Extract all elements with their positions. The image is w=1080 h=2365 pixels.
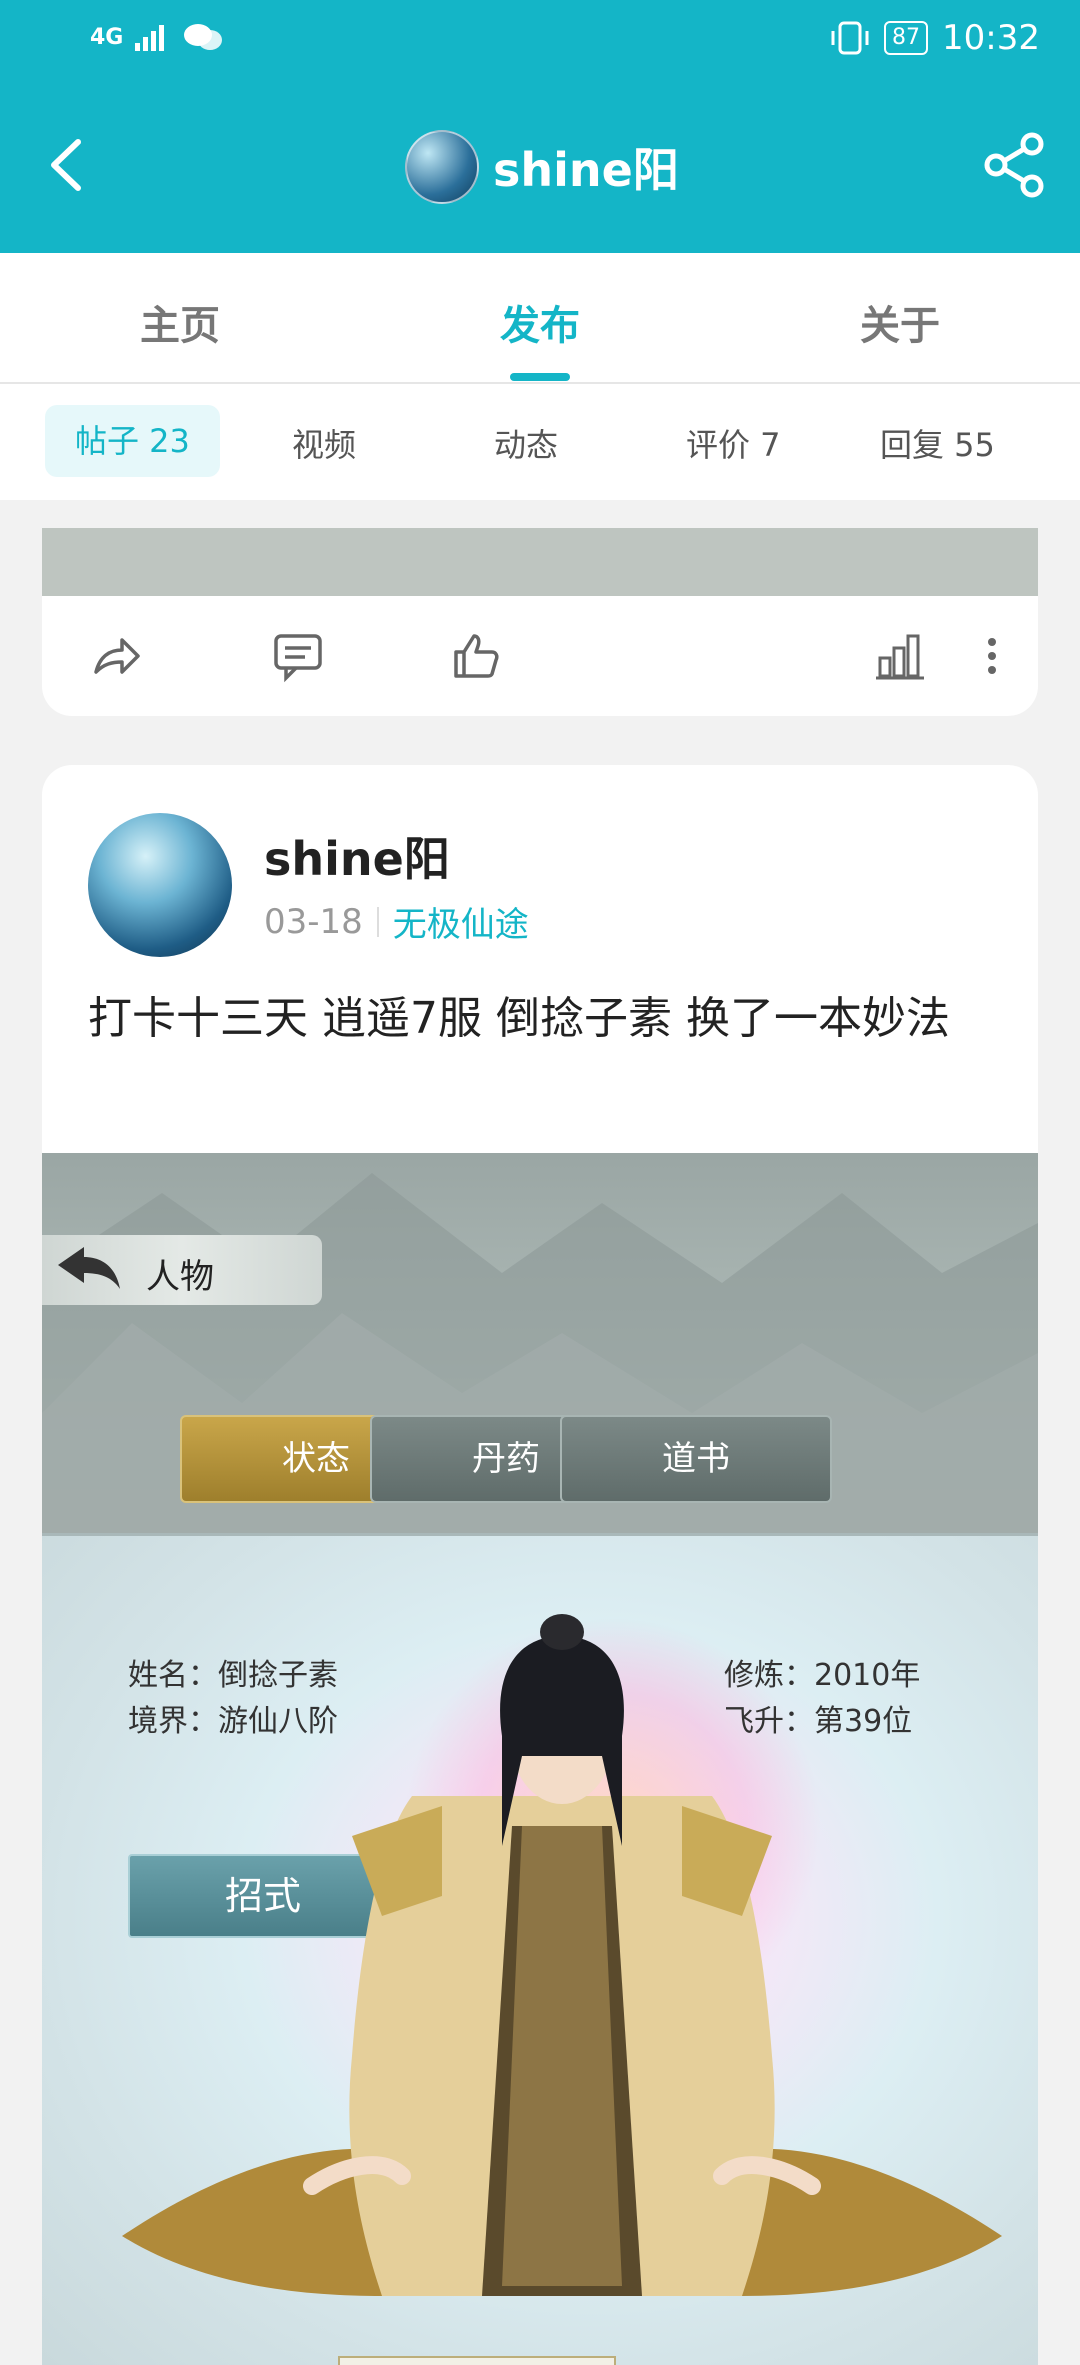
share-icon[interactable] bbox=[980, 130, 1050, 200]
stats-icon[interactable] bbox=[872, 628, 928, 684]
game-tab-books: 道书 bbox=[560, 1415, 832, 1503]
vibrate-icon bbox=[831, 21, 869, 55]
comment-icon[interactable] bbox=[270, 628, 326, 684]
post-date: 03-18 bbox=[264, 901, 363, 942]
signal-icon: 4G bbox=[90, 24, 124, 50]
post-author[interactable]: shine阳 bbox=[264, 823, 450, 889]
header-avatar[interactable] bbox=[405, 130, 479, 204]
tab-posts[interactable]: 发布 bbox=[500, 293, 580, 351]
subtab-posts[interactable]: 帖子 23 bbox=[45, 405, 220, 477]
character-panel: 姓名：倒捻子素 境界：游仙八阶 修炼：2010年 飞升：第39位 招式 属性 bbox=[42, 1533, 1038, 2365]
battery-indicator: 87 bbox=[884, 21, 929, 55]
meta-separator bbox=[376, 906, 379, 937]
game-nav-bar: 人物 bbox=[42, 1235, 322, 1305]
post-image[interactable]: 人物 状态 丹药 道书 姓名：倒捻子素 境界：游仙八阶 修炼：2010年 飞升：… bbox=[42, 1153, 1038, 2365]
status-bar: 4G 87 10:32 bbox=[0, 0, 1080, 80]
tab-about[interactable]: 关于 bbox=[860, 293, 940, 351]
back-icon[interactable] bbox=[40, 130, 100, 200]
subtab-replies[interactable]: 回复 55 bbox=[880, 420, 995, 466]
subtab-moments[interactable]: 动态 bbox=[494, 420, 558, 466]
tab-home[interactable]: 主页 bbox=[140, 293, 220, 351]
clock: 10:32 bbox=[942, 18, 1040, 58]
mountains-background bbox=[42, 1173, 1038, 1573]
post-meta: 03-18 无极仙途 bbox=[264, 897, 529, 946]
post-text: 打卡十三天 逍遥7服 倒捻子素 换了一本妙法 bbox=[88, 993, 950, 1044]
wechat-icon bbox=[184, 24, 223, 50]
game-screen-title: 人物 bbox=[146, 1257, 214, 1297]
signal-bars-icon bbox=[135, 25, 165, 51]
sub-tabs: 帖子 23 视频 动态 评价 7 回复 55 bbox=[0, 384, 1080, 500]
more-icon[interactable] bbox=[972, 628, 1028, 684]
forward-icon[interactable] bbox=[88, 628, 144, 684]
post-card[interactable]: shine阳 03-18 无极仙途 打卡十三天 逍遥7服 倒捻子素 换了一本妙法… bbox=[42, 765, 1038, 2365]
back-arrow-icon bbox=[58, 1247, 120, 1289]
subtab-videos[interactable]: 视频 bbox=[292, 420, 356, 466]
previous-post-card bbox=[42, 528, 1038, 716]
profile-header: shine阳 bbox=[0, 80, 1080, 253]
page-title: shine阳 bbox=[493, 143, 679, 197]
main-tabs: 主页 发布 关于 bbox=[0, 253, 1080, 382]
post-image-partial bbox=[42, 528, 1038, 596]
post-game-tag[interactable]: 无极仙途 bbox=[393, 897, 529, 946]
avatar[interactable] bbox=[88, 813, 232, 957]
character-illustration bbox=[122, 1614, 1002, 2296]
subtab-reviews[interactable]: 评价 7 bbox=[686, 420, 781, 466]
tab-indicator bbox=[510, 373, 570, 381]
like-icon[interactable] bbox=[448, 628, 504, 684]
game-tab-attributes: 属性 bbox=[338, 2356, 616, 2365]
